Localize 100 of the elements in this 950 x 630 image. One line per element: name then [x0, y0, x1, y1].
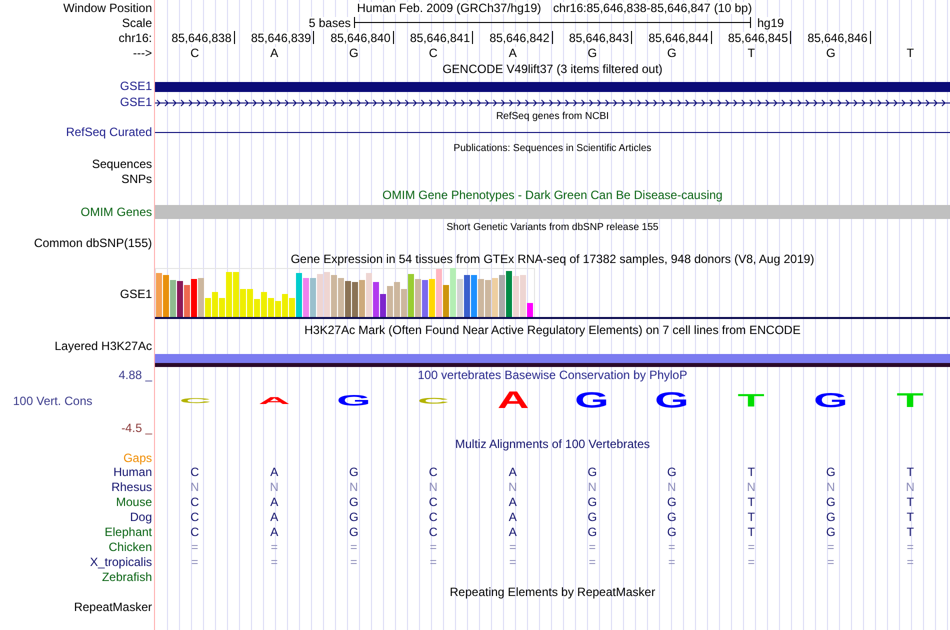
- aligned-base: A: [270, 466, 278, 478]
- aligned-base: A: [270, 496, 278, 508]
- aligned-base: C: [190, 510, 200, 522]
- track-title: GENCODE V49lift37 (3 items filtered out): [442, 62, 663, 74]
- aligned-base: =: [509, 556, 516, 568]
- track-title: OMIM Gene Phenotypes - Dark Green Can Be Disease-causing: [382, 189, 723, 201]
- aligned-base: C: [428, 496, 438, 508]
- track-title: Repeating Elements by RepeatMasker: [450, 586, 656, 598]
- track-title: Multiz Alignments of 100 Vertebrates: [455, 438, 650, 450]
- aligned-base: T: [906, 510, 914, 522]
- aligned-base: G: [349, 496, 358, 508]
- base-letter: T: [906, 46, 914, 58]
- aligned-base: T: [906, 466, 914, 478]
- coordinate-label: 85,646,841: [410, 32, 470, 44]
- aligned-base: =: [430, 540, 437, 552]
- aligned-base: =: [430, 556, 437, 568]
- aligned-base: N: [508, 480, 518, 492]
- logo-letter: G: [654, 390, 689, 412]
- species-label: Human: [113, 466, 152, 478]
- aligned-base: T: [748, 466, 755, 478]
- track-label: Common dbSNP(155): [34, 236, 152, 248]
- aligned-base: G: [826, 496, 836, 508]
- assembly-name: Human Feb. 2009 (GRCh37/hg19): [357, 2, 542, 14]
- track-label: GSE1: [120, 288, 152, 300]
- species-label: X_tropicalis: [90, 556, 152, 568]
- aligned-base: =: [748, 540, 755, 552]
- aligned-base: A: [508, 510, 517, 522]
- aligned-base: =: [748, 556, 755, 568]
- aligned-base: A: [270, 526, 278, 538]
- track-label: Sequences: [92, 158, 152, 170]
- aligned-base: T: [906, 496, 914, 508]
- aligned-base: G: [667, 526, 676, 538]
- logo-letter: T: [738, 392, 765, 410]
- scale-span: 5 bases: [308, 16, 351, 28]
- aligned-base: N: [349, 480, 358, 492]
- base-letter: C: [190, 46, 200, 58]
- logo-letter: G: [575, 390, 610, 412]
- track-title: H3K27Ac Mark (Often Found Near Active Regulatory Elements) on 7 cell lines from ENCODE: [304, 324, 801, 336]
- base-letter: C: [428, 46, 438, 58]
- aligned-base: G: [588, 466, 597, 478]
- coordinate-label: 85,646,843: [568, 32, 629, 44]
- aligned-base: =: [350, 556, 358, 568]
- aligned-base: G: [667, 496, 676, 508]
- coordinate-label: 85,646,846: [807, 32, 868, 44]
- aligned-base: G: [667, 466, 676, 478]
- base-letter: G: [826, 46, 836, 58]
- aligned-base: N: [588, 480, 597, 492]
- coordinate-label: 85,646,845: [728, 32, 788, 44]
- track-title: RefSeq genes from NCBI: [496, 112, 609, 122]
- aligned-base: G: [349, 510, 358, 522]
- logo-letter: A: [496, 389, 529, 413]
- axis-min: -4.5 _: [121, 422, 152, 434]
- coordinate-label: 85,646,844: [648, 32, 708, 44]
- coordinate-label: 85,646,840: [330, 32, 390, 44]
- aligned-base: =: [827, 556, 834, 568]
- track-label: Scale: [122, 16, 152, 28]
- aligned-base: G: [588, 526, 597, 538]
- species-label: Mouse: [116, 496, 152, 508]
- aligned-base: N: [190, 480, 200, 492]
- track-label: OMIM Genes: [80, 206, 152, 218]
- aligned-base: G: [588, 496, 597, 508]
- coordinate-label: 85,646,838: [171, 32, 232, 44]
- aligned-base: G: [349, 466, 358, 478]
- aligned-base: N: [906, 480, 915, 492]
- gene-label: GSE1: [120, 96, 152, 108]
- aligned-base: G: [588, 510, 597, 522]
- aligned-base: C: [428, 510, 438, 522]
- aligned-base: A: [270, 510, 278, 522]
- aligned-base: G: [826, 466, 836, 478]
- track-label: RefSeq Curated: [66, 126, 152, 138]
- coordinate-label: 85,646,842: [489, 32, 550, 44]
- track-label: Window Position: [63, 2, 152, 14]
- track-label: Gaps: [123, 452, 152, 464]
- species-label: Zebrafish: [102, 570, 152, 582]
- aligned-base: =: [668, 556, 676, 568]
- logo-letter: G: [336, 394, 371, 408]
- aligned-base: =: [191, 556, 198, 568]
- aligned-base: C: [428, 526, 438, 538]
- aligned-base: T: [748, 496, 755, 508]
- track-label: SNPs: [121, 172, 152, 184]
- track-title: Publications: Sequences in Scientific Articles: [454, 144, 652, 154]
- aligned-base: C: [190, 496, 200, 508]
- aligned-base: A: [508, 496, 517, 508]
- aligned-base: A: [508, 526, 517, 538]
- aligned-base: N: [428, 480, 438, 492]
- aligned-base: =: [588, 556, 596, 568]
- aligned-base: A: [508, 466, 517, 478]
- aligned-base: =: [270, 540, 278, 552]
- logo-letter: G: [814, 391, 848, 411]
- base-letter: G: [349, 46, 358, 58]
- track-label: --->: [133, 46, 152, 58]
- aligned-base: N: [746, 480, 756, 492]
- aligned-base: G: [826, 526, 836, 538]
- track-label: Layered H3K27Ac: [54, 340, 152, 352]
- aligned-base: C: [428, 466, 438, 478]
- aligned-base: C: [190, 466, 200, 478]
- species-label: Elephant: [104, 526, 152, 538]
- aligned-base: =: [906, 540, 914, 552]
- aligned-base: G: [349, 526, 358, 538]
- aligned-base: =: [827, 540, 834, 552]
